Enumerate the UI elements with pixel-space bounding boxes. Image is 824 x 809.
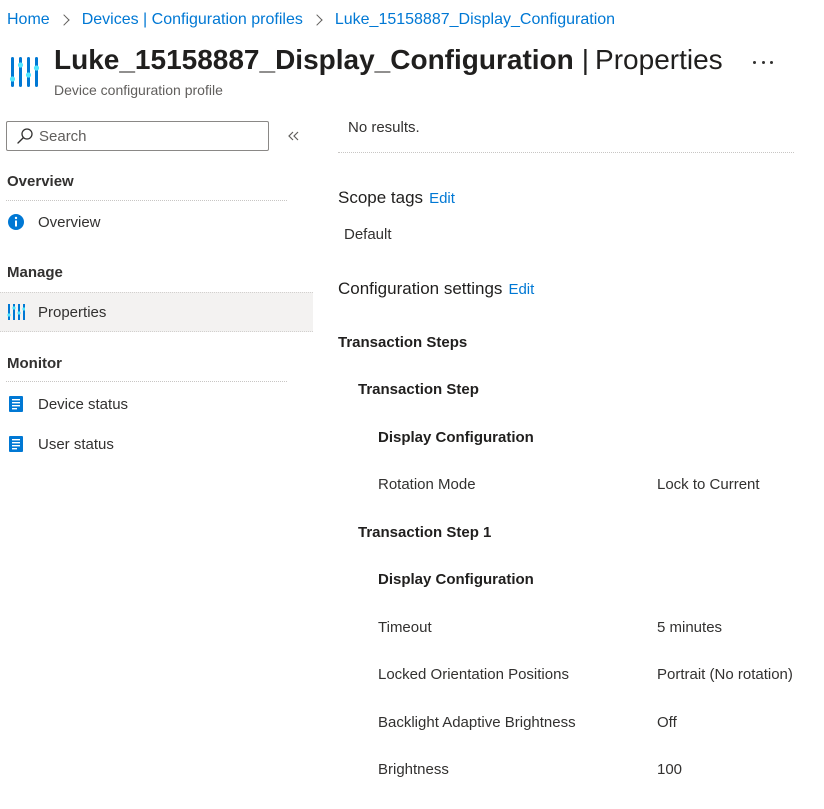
setting-value: Portrait (No rotation): [657, 666, 793, 683]
configuration-settings-title: Configuration settings: [338, 279, 503, 298]
info-icon: [8, 214, 24, 230]
setting-value: Lock to Current: [657, 476, 760, 493]
page: Home Devices | Configuration profiles Lu…: [0, 0, 824, 809]
setting-value: 100: [657, 761, 683, 778]
user-status-icon: [9, 436, 23, 452]
setting-label: Locked Orientation Positions: [378, 666, 569, 683]
page-title: Luke_15158887_Display_Configuration | Prop…: [54, 44, 723, 76]
setting-label: Brightness: [378, 761, 449, 778]
scope-tags-header: Scope tags Edit: [338, 188, 455, 208]
transaction-step-title: Transaction Step 1: [358, 524, 492, 541]
configuration-settings-header: Configuration settings Edit: [338, 279, 534, 299]
nav-divider: [6, 381, 287, 382]
nav-group-monitor: Monitor: [7, 355, 62, 372]
page-title-separator: |: [581, 44, 590, 75]
setting-label: Backlight Adaptive Brightness: [378, 714, 576, 731]
collapse-sidebar-icon[interactable]: [284, 127, 302, 145]
configuration-settings-edit-link[interactable]: Edit: [508, 281, 534, 298]
sidebar-item-overview[interactable]: Overview: [0, 202, 313, 242]
search-icon: [17, 128, 33, 144]
sidebar-item-user-status[interactable]: User status: [0, 424, 313, 464]
content-divider: [338, 152, 794, 153]
nav-group-manage: Manage: [7, 264, 63, 281]
page-subtitle: Device configuration profile: [54, 82, 223, 98]
breadcrumb-configuration-profiles[interactable]: Devices | Configuration profiles: [82, 11, 303, 29]
more-icon: [761, 60, 765, 64]
sidebar-item-label: Overview: [38, 213, 101, 231]
sidebar-item-label: Device status: [38, 395, 129, 413]
setting-label: Timeout: [378, 619, 432, 636]
setting-value: Off: [657, 714, 677, 731]
scope-tag-value: Default: [344, 226, 392, 243]
transaction-steps-title: Transaction Steps: [338, 334, 468, 351]
sidebar-item-properties[interactable]: Properties: [0, 292, 313, 332]
no-results-text: No results.: [348, 119, 420, 136]
search-input[interactable]: [39, 127, 249, 145]
setting-label: Rotation Mode: [378, 476, 476, 493]
page-title-name: Luke_15158887_Display_Configuration: [54, 44, 574, 75]
scope-tags-edit-link[interactable]: Edit: [429, 190, 455, 207]
chevron-right-icon: [58, 14, 70, 26]
nav-group-overview: Overview: [7, 173, 74, 190]
more-icon: [770, 60, 773, 64]
sidebar-item-label: Properties: [38, 303, 107, 321]
breadcrumb-home[interactable]: Home: [7, 11, 50, 29]
setting-group-title: Display Configuration: [378, 571, 534, 588]
setting-group-title: Display Configuration: [378, 429, 534, 446]
search-box[interactable]: [6, 121, 269, 151]
more-icon: [753, 60, 756, 64]
chevron-right-icon: [311, 14, 323, 26]
configuration-profile-icon: [9, 57, 39, 87]
breadcrumb-profile[interactable]: Luke_15158887_Display_Configuration: [335, 11, 615, 29]
device-status-icon: [9, 396, 23, 412]
transaction-step-title: Transaction Step: [358, 381, 479, 398]
breadcrumb: Home Devices | Configuration profiles Lu…: [7, 9, 615, 31]
sidebar-item-label: User status: [38, 435, 114, 453]
sidebar-item-device-status[interactable]: Device status: [0, 384, 313, 424]
properties-icon: [7, 304, 25, 320]
more-options-button[interactable]: [750, 52, 776, 72]
scope-tags-title: Scope tags: [338, 188, 424, 207]
nav-divider: [6, 200, 287, 201]
page-title-section: Properties: [595, 44, 723, 75]
setting-value: 5 minutes: [657, 619, 723, 636]
